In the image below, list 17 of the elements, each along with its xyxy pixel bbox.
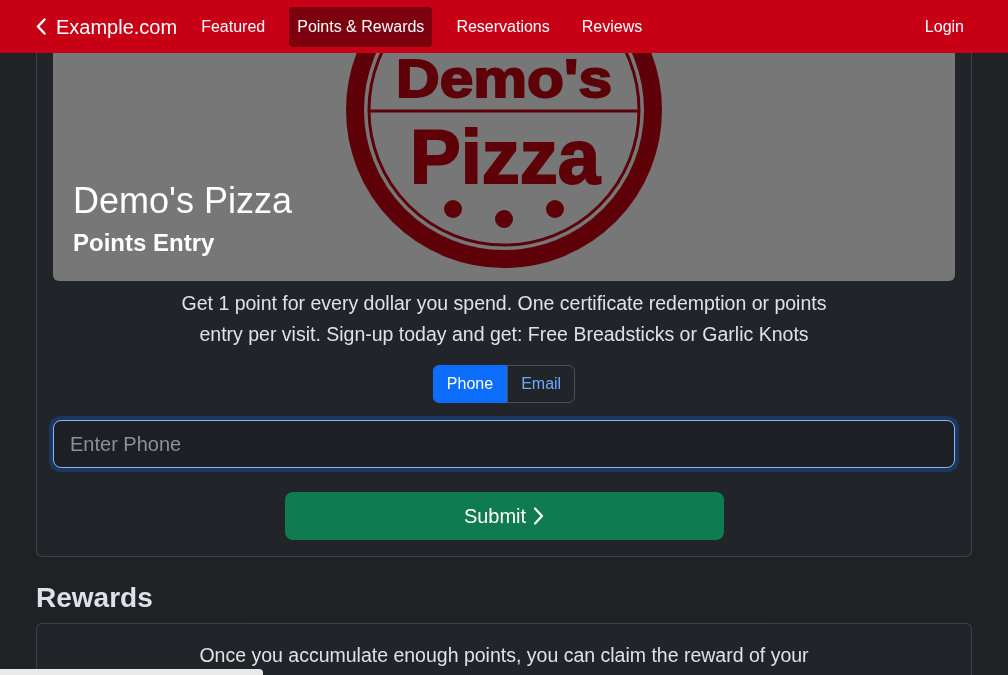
hero-subtitle: Points Entry <box>73 228 216 257</box>
description-text: Get 1 point for every dollar you spend. One certificate redemption or points entry per visit. Sign-up today and get: Free Breadsticks or Garlic Knots <box>180 291 828 347</box>
entry-mode-toggle[interactable]: Phone <box>432 365 508 403</box>
nav-link[interactable]: Points & Rewards <box>289 6 433 47</box>
rewards-text: Once you accumulate enough points, you can claim the reward of your <box>198 642 810 668</box>
chevron-left-icon <box>36 18 46 35</box>
rewards-heading: Rewards <box>36 581 154 615</box>
hero-title: Demo's Pizza <box>73 180 292 222</box>
nav-link[interactable]: Reservations <box>448 6 558 47</box>
brand-link[interactable]: Example.com <box>36 11 178 42</box>
nav-link[interactable]: Featured <box>193 6 274 47</box>
phone-input-field[interactable]: Enter Phone <box>53 420 955 468</box>
entry-mode-toggle[interactable]: Email <box>507 365 576 403</box>
nav-link[interactable]: Reviews <box>573 6 651 47</box>
login-link[interactable]: Login <box>916 6 972 47</box>
chevron-right-icon <box>533 507 545 525</box>
submit-button[interactable]: Submit <box>284 492 724 540</box>
